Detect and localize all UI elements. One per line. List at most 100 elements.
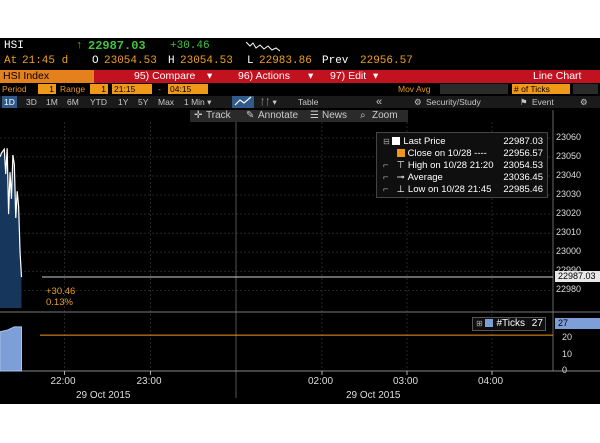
- high-value: 23054.53: [180, 55, 233, 67]
- time-tick-label: 23:00: [136, 376, 162, 387]
- open-label: O: [92, 55, 99, 67]
- line-chart-icon: [234, 96, 252, 106]
- price-tick-label: 23040: [556, 169, 582, 180]
- period-field[interactable]: 1: [38, 84, 56, 94]
- range-field[interactable]: 1: [90, 84, 108, 94]
- change-pct-overlay: 0.13%: [46, 297, 73, 308]
- ticks-tick-label: 0: [562, 365, 568, 375]
- at-label: At: [4, 55, 18, 67]
- ticks-field[interactable]: # of Ticks: [512, 84, 570, 94]
- period-max-button[interactable]: Max: [158, 96, 174, 108]
- legend-value: 23036.45: [503, 172, 543, 183]
- period-1y-button[interactable]: 1Y: [118, 96, 128, 108]
- legend-value: 22985.46: [503, 184, 543, 195]
- prev-label: Prev: [322, 55, 349, 67]
- date-label-left: 29 Oct 2015: [76, 390, 131, 401]
- collapse-icon[interactable]: «: [376, 96, 382, 108]
- chart-tools-icon[interactable]: ᛚᛚ ▾: [260, 96, 277, 108]
- legend-swatch: [485, 319, 494, 327]
- legend-value: 22987.03: [503, 136, 543, 147]
- bloomberg-chart-window: HSI ↑ 22987.03 +30.46 At 21:45 d O 23054…: [0, 38, 600, 404]
- low-value: 22983.86: [259, 55, 312, 67]
- security-name[interactable]: HSI Index: [0, 70, 94, 83]
- legend-item-low[interactable]: ⌐ ⊥ Low on 10/28 21:45 22985.46: [383, 184, 545, 195]
- legend-label: Last Price: [403, 136, 446, 147]
- range-dash: -: [158, 84, 161, 94]
- compare-menu[interactable]: 95) Compare: [134, 70, 195, 83]
- date-label-right: 29 Oct 2015: [346, 390, 401, 401]
- collapse-box-icon[interactable]: ⊞: [476, 319, 483, 328]
- last-price-marker: 22987.03: [555, 271, 600, 283]
- legend-swatch: [396, 149, 405, 157]
- prev-value: 22956.57: [360, 55, 413, 67]
- legend-item-average[interactable]: ⌐ ⊸ Average 23036.45: [383, 172, 545, 183]
- time-tick-label: 03:00: [393, 376, 419, 387]
- ticks-tick-label: 10: [562, 348, 573, 359]
- price-change: +30.46: [170, 40, 210, 52]
- security-study-button[interactable]: Security/Study: [426, 96, 481, 108]
- ticks-legend[interactable]: ⊞ #Ticks 27: [472, 317, 546, 331]
- sparkline-icon: [246, 41, 280, 52]
- ticks-legend-label: #Ticks: [496, 318, 526, 329]
- ticker: HSI: [4, 40, 24, 52]
- time-tick-label: 22:00: [50, 376, 76, 387]
- actions-caret-icon[interactable]: ▾: [308, 70, 313, 83]
- legend-item-high[interactable]: ⌐ ⊤ High on 10/28 21:20 23054.53: [383, 160, 545, 171]
- average-marker-icon: ⊸: [396, 172, 405, 183]
- period-1m-button[interactable]: 1M: [46, 96, 58, 108]
- price-tick-label: 23020: [556, 208, 582, 219]
- ticks-last-marker: 27: [555, 318, 600, 329]
- compare-caret-icon[interactable]: ▾: [207, 70, 212, 83]
- high-label: H: [168, 55, 175, 67]
- ticks-legend-value: 27: [531, 318, 543, 329]
- legend-label: Low on 10/28 21:45: [407, 184, 492, 195]
- chart-legend[interactable]: ⊟ Last Price 22987.03 Close on 10/28 ---…: [376, 132, 548, 198]
- table-button[interactable]: Table: [298, 96, 318, 108]
- menu-bar: HSI Index 95) Compare ▾ 96) Actions ▾ 97…: [0, 70, 600, 83]
- quote-details: At 21:45 d O 23054.53 H 23054.53 L 22983…: [0, 54, 600, 69]
- period-ytd-button[interactable]: YTD: [90, 96, 107, 108]
- legend-label: High on 10/28 21:20: [407, 160, 494, 171]
- legend-item-close[interactable]: Close on 10/28 ---- 22956.57: [383, 148, 545, 159]
- legend-item-last-price[interactable]: ⊟ Last Price 22987.03: [383, 136, 545, 147]
- event-button[interactable]: Event: [532, 96, 554, 108]
- change-overlay: +30.46: [46, 286, 76, 297]
- legend-label: Average: [407, 172, 443, 183]
- security-study-icon[interactable]: ⚙: [414, 96, 422, 108]
- flag-icon[interactable]: ⚑: [520, 96, 528, 108]
- period-toolbar: 1D 3D 1M 6M YTD 1Y 5Y Max 1 Min ▾ ᛚᛚ ▾ T…: [0, 96, 600, 108]
- ticks-value-field[interactable]: [573, 84, 598, 94]
- mov-avg-field[interactable]: [440, 84, 508, 94]
- line-chart-button[interactable]: [232, 96, 254, 108]
- range-end-field[interactable]: 04:15: [168, 84, 208, 94]
- ticks-tick-label: 20: [562, 332, 573, 343]
- legend-value: 23054.53: [503, 160, 543, 171]
- mov-avg-label: Mov Avg: [398, 84, 431, 94]
- edit-menu[interactable]: 97) Edit: [330, 70, 366, 83]
- last-price: 22987.03: [88, 39, 146, 53]
- high-marker-icon: ⊤: [396, 160, 405, 171]
- interval-dropdown[interactable]: 1 Min ▾: [184, 96, 211, 108]
- up-arrow-icon: ↑: [76, 40, 83, 52]
- price-tick-label: 23060: [556, 131, 582, 142]
- price-tick-label: 23050: [556, 150, 582, 161]
- actions-menu[interactable]: 96) Actions: [238, 70, 290, 83]
- period-label: Period: [2, 84, 27, 94]
- range-start-field[interactable]: 21:15: [112, 84, 152, 94]
- period-6m-button[interactable]: 6M: [67, 96, 79, 108]
- chart-type-label[interactable]: Line Chart: [533, 70, 581, 83]
- chart-params: Period 1 Range 1 21:15 - 04:15 Mov Avg #…: [0, 84, 600, 95]
- price-tick-label: 22980: [556, 284, 582, 295]
- open-value: 23054.53: [104, 55, 157, 67]
- period-3d-button[interactable]: 3D: [26, 96, 37, 108]
- time-tick-label: 02:00: [308, 376, 334, 387]
- low-label: L: [247, 55, 254, 67]
- period-5y-button[interactable]: 5Y: [138, 96, 148, 108]
- price-tick-label: 23010: [556, 227, 582, 238]
- period-1d-button[interactable]: 1D: [2, 96, 17, 108]
- price-area: [0, 148, 22, 308]
- legend-value: 22956.57: [503, 148, 543, 159]
- collapse-box-icon[interactable]: ⊟: [383, 137, 390, 146]
- gear-icon[interactable]: ⚙: [580, 96, 588, 108]
- edit-caret-icon[interactable]: ▾: [373, 70, 378, 83]
